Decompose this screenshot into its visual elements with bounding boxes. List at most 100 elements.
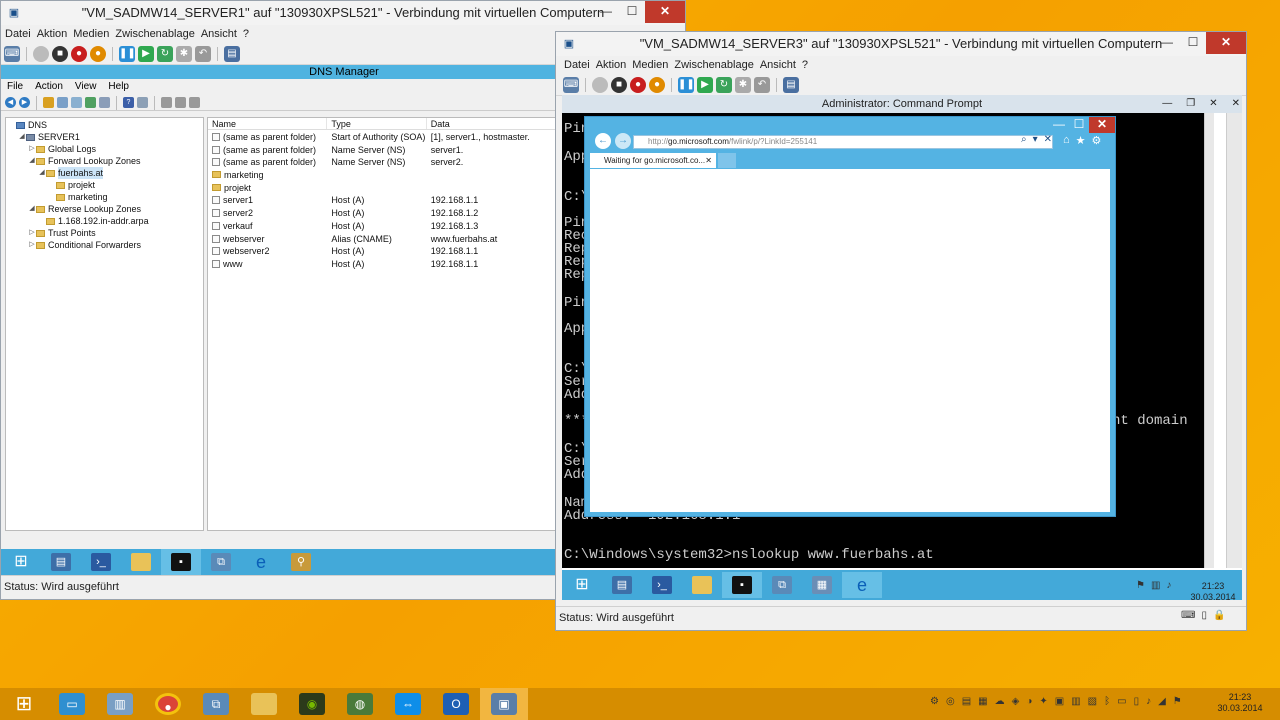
resume-icon[interactable]: ▶ [697, 76, 713, 93]
host-teamviewer-icon[interactable]: ⇔ [384, 688, 432, 720]
tree-node[interactable]: ◢ fuerbahs.at [6, 167, 203, 179]
ie-close-button[interactable]: ✕ [1089, 117, 1115, 133]
dns-menu-help[interactable]: Help [108, 79, 129, 95]
back-icon[interactable]: ◀ [5, 97, 16, 108]
vm1-start-button[interactable]: ⊞ [1, 549, 41, 575]
vm3-guest-clock[interactable]: 21:23 30.03.2014 [1188, 581, 1238, 603]
cmd-minimize-button[interactable]: — [1162, 95, 1172, 113]
dns-menu-action[interactable]: Action [35, 79, 63, 95]
vm1-cmd-icon[interactable]: ▪ [161, 549, 201, 575]
save-state-icon[interactable]: ● [649, 76, 665, 93]
tree-node[interactable]: 1.168.192.in-addr.arpa [6, 215, 203, 227]
host-outlook-icon[interactable]: O [432, 688, 480, 720]
tree-expander-icon[interactable]: ▷ [28, 239, 36, 251]
record-row[interactable]: (same as parent folder) Name Server (NS) s… [208, 156, 556, 169]
ie-address-bar[interactable]: http://go.microsoft.com/fwlink/p/?LinkId… [633, 135, 1053, 149]
ie-favorites-icon[interactable]: ★ [1076, 134, 1086, 147]
resume-icon[interactable]: ▶ [138, 45, 154, 62]
help-icon[interactable]: ? [123, 97, 134, 108]
vm3-menu-help[interactable]: ? [802, 56, 814, 74]
checkpoint-icon[interactable]: ✱ [176, 45, 192, 62]
tree-node[interactable]: ▷ Conditional Forwarders [6, 239, 203, 251]
enhanced-session-icon[interactable]: ▤ [224, 45, 240, 62]
revert-icon[interactable]: ↶ [754, 76, 770, 93]
tree-node[interactable]: projekt [6, 179, 203, 191]
ie-forward-button[interactable]: → [615, 133, 631, 149]
display-icon[interactable]: ▭ [1117, 696, 1126, 707]
record-row[interactable]: projekt [208, 182, 556, 195]
host-folder-icon[interactable] [240, 688, 288, 720]
cmd-titlebar[interactable]: Administrator: Command Prompt — ❐ ✕ ✕ [562, 95, 1242, 113]
vm1-maximize-button[interactable]: ☐ [619, 1, 645, 23]
enhanced-session-icon[interactable]: ▤ [783, 76, 799, 93]
vm3-minimize-button[interactable]: — [1154, 32, 1180, 54]
vm1-server-manager-icon[interactable]: ▤ [41, 549, 81, 575]
host-app-icon[interactable]: ◍ [336, 688, 384, 720]
tray-icon-9[interactable]: ▣ [1055, 696, 1064, 707]
vm1-menu-ansicht[interactable]: Ansicht [201, 25, 243, 43]
tray-icon-8[interactable]: ✦ [1039, 696, 1047, 707]
wifi-icon[interactable]: ◢ [1158, 696, 1166, 707]
revert-icon[interactable]: ↶ [195, 45, 211, 62]
shutdown-icon[interactable]: ● [630, 76, 646, 93]
tree-node[interactable]: marketing [6, 191, 203, 203]
vm3-close-button[interactable]: ✕ [1206, 32, 1246, 54]
record-row[interactable]: (same as parent folder) Name Server (NS) s… [208, 144, 556, 157]
ctrl-alt-del-icon[interactable]: ⌨ [563, 76, 579, 93]
vm1-ie-icon[interactable]: e [241, 549, 281, 575]
vm3-ie-icon[interactable]: e [842, 572, 882, 598]
ie-dropdown-icon[interactable]: ▾ [1033, 134, 1038, 145]
host-chrome-icon[interactable]: ● [144, 688, 192, 720]
vm1-explorer-icon[interactable] [121, 549, 161, 575]
host-start-button[interactable]: ⊞ [0, 688, 48, 720]
tray-icon-7[interactable]: ◑ [1026, 696, 1032, 707]
host-explorer-icon[interactable]: ▥ [96, 688, 144, 720]
guest-right-scrollbar[interactable] [1226, 113, 1242, 568]
vm3-menu-ansicht[interactable]: Ansicht [760, 56, 802, 74]
ie-home-icon[interactable]: ⌂ [1063, 134, 1070, 147]
cmd-restore-button[interactable]: ❐ [1186, 95, 1195, 113]
vm3-powershell-icon[interactable]: ›_ [642, 572, 682, 598]
record-row[interactable]: marketing [208, 169, 556, 182]
tray-icon-2[interactable]: ◎ [946, 696, 955, 707]
host-network-icon[interactable]: ⧉ [192, 688, 240, 720]
vm3-start-button[interactable]: ⊞ [562, 572, 602, 598]
tray-icon-4[interactable]: ▦ [978, 696, 987, 707]
ie-maximize-button[interactable]: ☐ [1069, 117, 1089, 133]
record-row[interactable]: server2 Host (A) 192.168.1.2 [208, 207, 556, 220]
tree-expander-icon[interactable]: ▷ [28, 143, 36, 155]
tray-icon-10[interactable]: ▥ [1071, 696, 1080, 707]
tray-icon-6[interactable]: ◈ [1012, 696, 1020, 707]
record3-icon[interactable] [189, 97, 200, 108]
vm3-explorer-icon[interactable] [682, 572, 722, 598]
tree-node[interactable]: ▷ Global Logs [6, 143, 203, 155]
tree-expander-icon[interactable]: ◢ [38, 167, 46, 179]
tree-node[interactable]: ▷ Trust Points [6, 227, 203, 239]
vm1-dns-icon[interactable]: ⚲ [281, 549, 321, 575]
ie-tools-icon[interactable]: ⚙ [1092, 134, 1102, 147]
host-hyperv-icon[interactable]: ▣ [480, 688, 528, 720]
vm3-menu-medien[interactable]: Medien [632, 56, 674, 74]
vm1-menu-help[interactable]: ? [243, 25, 255, 43]
show-tree-icon[interactable] [57, 97, 68, 108]
vm3-menu-datei[interactable]: Datei [564, 56, 596, 74]
record-row[interactable]: (same as parent folder) Start of Authorit… [208, 131, 556, 144]
host-clock[interactable]: 21:23 30.03.2014 [1212, 692, 1268, 714]
record2-icon[interactable] [175, 97, 186, 108]
vm3-cmd-icon[interactable]: ▪ [722, 572, 762, 598]
ie-back-button[interactable]: ← [595, 133, 611, 149]
tree-expander-icon[interactable]: ◢ [28, 155, 36, 167]
record-row[interactable]: webserver2 Host (A) 192.168.1.1 [208, 245, 556, 258]
bluetooth-icon[interactable]: ᛒ [1104, 696, 1110, 707]
vm3-menu-zwischenablage[interactable]: Zwischenablage [674, 56, 760, 74]
checkpoint-icon[interactable]: ✱ [735, 76, 751, 93]
tree-node[interactable]: ◢ Forward Lookup Zones [6, 155, 203, 167]
cmd-outer-close-button[interactable]: ✕ [1232, 95, 1240, 113]
reset-icon[interactable]: ↻ [157, 45, 173, 62]
record-icon[interactable] [161, 97, 172, 108]
console-icon[interactable] [137, 97, 148, 108]
start-icon[interactable] [33, 45, 49, 62]
tray-icon-1[interactable]: ⚙ [930, 696, 939, 707]
tree-node[interactable]: ◢ Reverse Lookup Zones [6, 203, 203, 215]
flag-icon[interactable]: ⚑ [1136, 580, 1145, 591]
